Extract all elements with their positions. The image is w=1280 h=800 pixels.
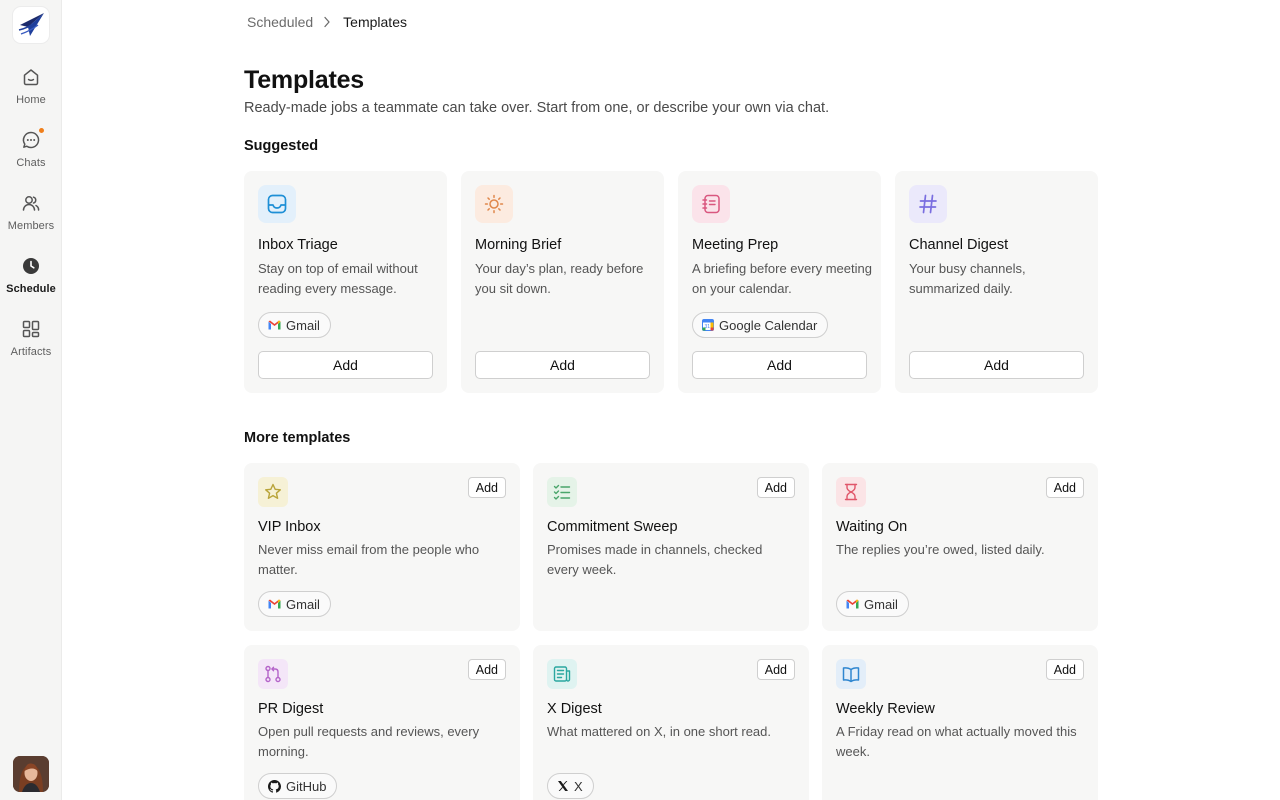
page-title: Templates (244, 66, 365, 94)
integration-chip-gmail: Gmail (836, 591, 909, 617)
git-pull-request-icon (258, 659, 288, 689)
section-title-suggested: Suggested (244, 138, 319, 154)
template-card-waiting-on: Add Waiting On The replies you’re owed, … (822, 463, 1098, 631)
add-button-channel-digest[interactable]: Add (909, 351, 1084, 379)
sidebar-item-label: Chats (16, 157, 46, 169)
add-button-vip-inbox[interactable]: Add (467, 477, 506, 498)
template-card-channel-digest: Channel Digest Your busy channels, summa… (895, 171, 1098, 393)
paper-plane-logo-icon (18, 13, 44, 36)
book-icon (836, 659, 866, 689)
card-description: Promises made in channels, checked every… (547, 542, 763, 577)
breadcrumb-current: Templates (343, 14, 407, 30)
card-title: Commitment Sweep (547, 519, 678, 535)
github-icon (268, 779, 281, 793)
gmail-icon (268, 599, 281, 609)
add-button-commitment-sweep[interactable]: Add (756, 477, 795, 498)
add-button-inbox-triage[interactable]: Add (258, 351, 433, 379)
clock-icon (20, 255, 42, 277)
breadcrumb-link-scheduled[interactable]: Scheduled (247, 14, 313, 30)
google-calendar-icon: 31 (702, 319, 714, 331)
card-title: VIP Inbox (258, 519, 321, 535)
card-title: Weekly Review (836, 701, 935, 717)
integration-chip-gmail: Gmail (258, 312, 331, 338)
card-description: Open pull requests and reviews, every mo… (258, 724, 480, 759)
chip-label: Gmail (286, 596, 320, 612)
page-subtitle: Ready-made jobs a teammate can take over… (244, 100, 830, 116)
inbox-icon (258, 185, 296, 223)
section-title-more-templates: More templates (244, 430, 351, 446)
integration-chip-github: GitHub (258, 773, 338, 799)
card-description: Your busy channels, summarized daily. (909, 261, 1026, 296)
chip-label: Google Calendar (719, 317, 818, 333)
notebook-icon (692, 185, 730, 223)
template-card-x-digest: Add X Digest What mattered on X, in one … (533, 645, 809, 800)
user-avatar[interactable] (13, 756, 49, 792)
chip-label: Gmail (286, 317, 320, 333)
sidebar-item-label: Artifacts (10, 346, 52, 358)
chip-label: Gmail (864, 596, 898, 612)
add-button-meeting-prep[interactable]: Add (692, 351, 867, 379)
app-logo[interactable] (13, 7, 49, 43)
checklist-icon (547, 477, 577, 507)
breadcrumb: Scheduled Templates (247, 13, 407, 31)
x-logo-icon (558, 781, 568, 791)
card-description: Stay on top of email without reading eve… (258, 261, 418, 296)
sidebar-item-members[interactable]: Members (0, 192, 62, 242)
chip-label: GitHub (286, 778, 327, 794)
sidebar-item-label: Home (16, 94, 46, 106)
add-button-pr-digest[interactable]: Add (467, 659, 506, 680)
add-button-waiting-on[interactable]: Add (1045, 477, 1084, 498)
sidebar-item-artifacts[interactable]: Artifacts (0, 318, 62, 368)
template-card-meeting-prep: Meeting Prep A briefing before every mee… (678, 171, 881, 393)
template-card-weekly-review: Add Weekly Review A Friday read on what … (822, 645, 1098, 800)
gmail-icon (846, 599, 859, 609)
card-title: Meeting Prep (692, 237, 779, 253)
newspaper-icon (547, 659, 577, 689)
hash-icon (909, 185, 947, 223)
sidebar-item-schedule[interactable]: Schedule (0, 255, 62, 305)
add-button-morning-brief[interactable]: Add (475, 351, 650, 379)
template-card-vip-inbox: Add VIP Inbox Never miss email from the … (244, 463, 520, 631)
card-description: Your day’s plan, ready before you sit do… (475, 261, 644, 296)
sidebar-item-label: Members (7, 220, 55, 232)
sidebar: Home Chats Members Schedule Artifacts (0, 0, 62, 800)
card-title: Waiting On (836, 519, 908, 535)
svg-text:31: 31 (705, 324, 711, 330)
card-title: PR Digest (258, 701, 324, 717)
chip-label: X (574, 778, 583, 794)
card-description: A Friday read on what actually moved thi… (836, 724, 1077, 759)
card-title: Morning Brief (475, 237, 562, 253)
template-card-pr-digest: Add PR Digest Open pull requests and rev… (244, 645, 520, 800)
gmail-icon (268, 320, 281, 330)
avatar-photo-icon (13, 756, 49, 792)
sidebar-item-home[interactable]: Home (0, 66, 62, 116)
unread-badge (38, 127, 45, 134)
card-description: The replies you’re owed, listed daily. (836, 542, 1045, 557)
artifacts-icon (20, 318, 42, 340)
home-icon (20, 66, 42, 88)
card-description: A briefing before every meeting on your … (692, 261, 872, 296)
template-card-inbox-triage: Inbox Triage Stay on top of email withou… (244, 171, 447, 393)
card-title: Channel Digest (909, 237, 1009, 253)
sun-icon (475, 185, 513, 223)
integration-chip-x: X (547, 773, 594, 799)
sidebar-item-label: Schedule (6, 283, 56, 295)
template-card-morning-brief: Morning Brief Your day’s plan, ready bef… (461, 171, 664, 393)
card-title: X Digest (547, 701, 602, 717)
members-icon (20, 192, 42, 214)
add-button-weekly-review[interactable]: Add (1045, 659, 1084, 680)
chat-icon (20, 127, 45, 151)
card-description: Never miss email from the people who mat… (258, 542, 480, 577)
sidebar-item-chats[interactable]: Chats (0, 127, 62, 179)
card-title: Inbox Triage (258, 237, 338, 253)
chevron-right-icon (323, 16, 331, 28)
star-icon (258, 477, 288, 507)
hourglass-icon (836, 477, 866, 507)
add-button-x-digest[interactable]: Add (756, 659, 795, 680)
card-description: What mattered on X, in one short read. (547, 724, 772, 739)
integration-chip-google-calendar: 31 Google Calendar (692, 312, 829, 338)
integration-chip-gmail: Gmail (258, 591, 331, 617)
template-card-commitment-sweep: Add Commitment Sweep Promises made in ch… (533, 463, 809, 631)
